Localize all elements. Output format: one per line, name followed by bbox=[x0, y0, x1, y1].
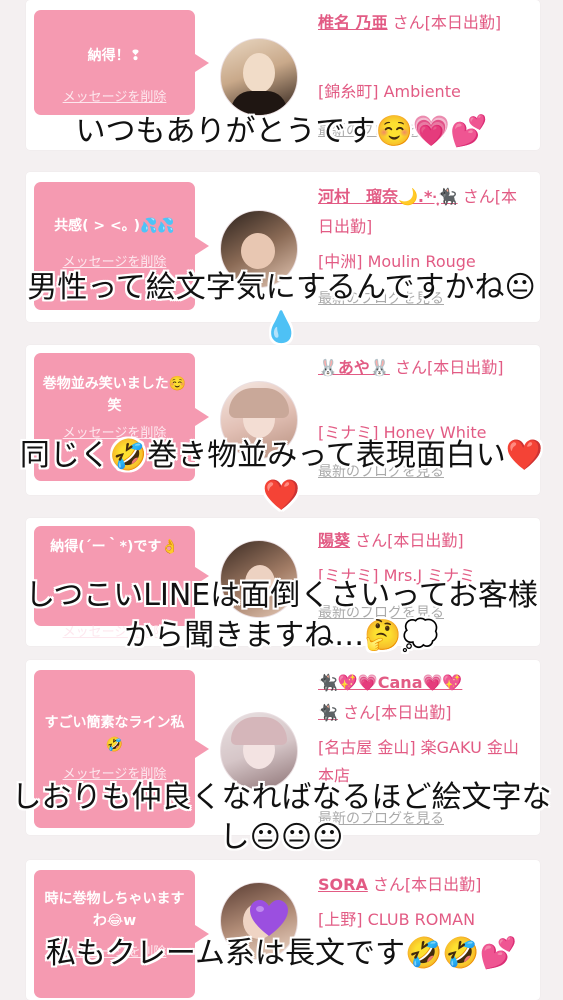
girl-info: 河村 瑠奈🌙.*·̩͙🐈‍⬛ さん[本日出勤] bbox=[318, 182, 532, 242]
girl-name-link[interactable]: 河村 瑠奈🌙.*·̩͙🐈‍⬛ bbox=[318, 187, 458, 206]
girl-name-link[interactable]: 🐈‍⬛💖💗Cana💗💖 bbox=[318, 673, 462, 692]
attendance-status: さん[本日出勤] bbox=[387, 13, 502, 32]
reaction-message: 巻物並み笑いました☺️笑 bbox=[42, 376, 187, 414]
reaction-message: すごい簡素なライン私🤣 bbox=[44, 715, 185, 753]
attendance-status: さん[本日出勤] bbox=[367, 875, 482, 894]
girl-info: 🐰あや🐰 さん[本日出勤] bbox=[318, 353, 532, 383]
delete-message-link[interactable]: メッセージを削除 bbox=[34, 86, 195, 105]
reaction-message: 時に巻物しちゃいますわ😂w bbox=[44, 891, 185, 929]
overlay-caption: いつもありがとうです☺️💗💕 bbox=[75, 114, 488, 149]
reaction-bubble: 納得！❢ メッセージを削除 bbox=[34, 10, 209, 115]
reaction-message: 共感( > <｡ )💦💦 bbox=[54, 218, 175, 234]
shop-name: [上野] CLUB ROMAN bbox=[318, 910, 476, 929]
girl-name-link[interactable]: 椎名 乃亜 bbox=[318, 13, 388, 32]
girl-name-continued[interactable]: 🐈‍⬛ bbox=[318, 703, 338, 722]
attendance-status: さん[本日出勤] bbox=[350, 531, 464, 550]
overlay-caption: 男性って絵文字気にするんですかね😐💧 bbox=[27, 270, 536, 345]
reaction-message: 納得(´ー｀*)です👌 bbox=[50, 539, 179, 555]
girl-info: SORA さん[本日出勤] bbox=[318, 870, 532, 900]
attendance-status: さん[本日出勤] bbox=[337, 703, 452, 722]
girl-info: 椎名 乃亜 さん[本日出勤] bbox=[318, 8, 532, 38]
reaction-message: 納得！❢ bbox=[87, 48, 142, 64]
girl-info: 🐈‍⬛💖💗Cana💗💖 🐈‍⬛ さん[本日出勤] bbox=[318, 668, 532, 728]
shop-name: [錦糸町] Ambiente bbox=[318, 82, 461, 101]
girl-name-link[interactable]: 🐰あや🐰 bbox=[318, 358, 390, 377]
girl-name-link[interactable]: SORA bbox=[318, 875, 368, 894]
girl-name-link[interactable]: 陽葵 bbox=[318, 531, 350, 550]
attendance-status: さん[本日出勤] bbox=[389, 358, 504, 377]
avatar[interactable] bbox=[220, 38, 298, 116]
overlay-caption: 同じく🤣巻き物並みって表現面白い❤️❤️ bbox=[19, 438, 544, 513]
overlay-caption: 私もクレーム系は長文です🤣🤣💕 bbox=[45, 936, 518, 971]
girl-info: 陽葵 さん[本日出勤] bbox=[318, 526, 532, 556]
overlay-caption: しつこいLINEは面倒くさいってお客様から聞きますね…🤔💭 bbox=[25, 578, 538, 653]
overlay-caption: しおりも仲良くなればなるほど絵文字なし😐😐😐 bbox=[11, 780, 552, 855]
